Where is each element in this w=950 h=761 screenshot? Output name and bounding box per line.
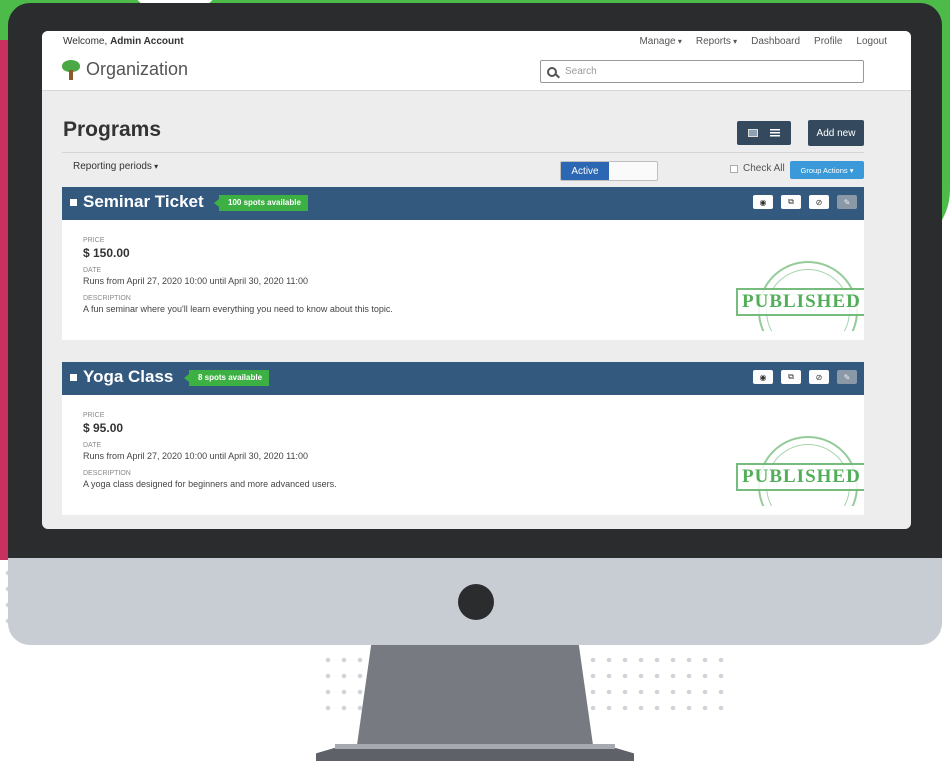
select-checkbox[interactable] — [70, 374, 77, 381]
copy-icon[interactable]: ⧉ — [781, 195, 801, 209]
program-card: Yoga Class 8 spots available ◉ ⧉ ⊘ ✎ PRI… — [62, 362, 864, 515]
nav-profile[interactable]: Profile — [814, 36, 842, 47]
status-toggle[interactable]: Active — [560, 161, 658, 181]
nav-reports[interactable]: Reports — [696, 36, 737, 47]
eye-icon[interactable]: ◉ — [753, 370, 773, 384]
background-dots — [585, 652, 725, 712]
date-value: Runs from April 27, 2020 10:00 until Apr… — [83, 451, 308, 461]
nav-manage[interactable]: Manage — [639, 36, 681, 47]
nav-logout[interactable]: Logout — [856, 36, 887, 47]
price-label: PRICE — [83, 412, 105, 419]
nav-dashboard[interactable]: Dashboard — [751, 36, 800, 47]
description-value: A yoga class designed for beginners and … — [83, 479, 337, 489]
user-name: Admin Account — [110, 36, 184, 47]
program-title[interactable]: Yoga Class — [83, 367, 173, 387]
welcome-text: Welcome, Admin Account — [63, 36, 184, 47]
monitor-stand — [357, 645, 593, 745]
eye-icon[interactable]: ◉ — [753, 195, 773, 209]
block-icon[interactable]: ⊘ — [809, 370, 829, 384]
price-value: $ 95.00 — [83, 421, 124, 435]
tree-icon — [62, 59, 80, 80]
top-bar: Welcome, Admin Account Manage Reports Da… — [42, 31, 911, 91]
marketing-scene: Welcome, Admin Account Manage Reports Da… — [0, 0, 950, 761]
published-stamp: PUBLISHED — [736, 251, 864, 331]
monitor-base-highlight — [335, 744, 615, 749]
program-actions: ◉ ⧉ ⊘ ✎ — [753, 370, 857, 384]
date-value: Runs from April 27, 2020 10:00 until Apr… — [83, 276, 308, 286]
description-label: DESCRIPTION — [83, 295, 131, 302]
reporting-periods-dropdown[interactable]: Reporting periods — [73, 161, 158, 172]
stamp-text: PUBLISHED — [736, 463, 864, 491]
spots-badge: 100 spots available — [214, 195, 308, 211]
select-checkbox[interactable] — [70, 199, 77, 206]
pencil-icon[interactable]: ✎ — [837, 370, 857, 384]
group-actions-button[interactable]: Group Actions ▾ — [790, 161, 864, 179]
search-input[interactable] — [565, 66, 845, 77]
list-view-icon[interactable] — [770, 129, 780, 137]
app-screen: Welcome, Admin Account Manage Reports Da… — [42, 31, 911, 529]
top-nav: Manage Reports Dashboard Profile Logout — [639, 36, 887, 47]
program-card: Seminar Ticket 100 spots available ◉ ⧉ ⊘… — [62, 187, 864, 340]
view-toggle[interactable] — [737, 121, 791, 145]
welcome-prefix: Welcome, — [63, 36, 108, 47]
spots-badge: 8 spots available — [183, 370, 270, 386]
check-all-checkbox[interactable] — [730, 164, 738, 173]
block-icon[interactable]: ⊘ — [809, 195, 829, 209]
program-actions: ◉ ⧉ ⊘ ✎ — [753, 195, 857, 209]
program-header: Seminar Ticket 100 spots available ◉ ⧉ ⊘… — [62, 187, 864, 220]
program-title[interactable]: Seminar Ticket — [83, 192, 204, 212]
pencil-icon[interactable]: ✎ — [837, 195, 857, 209]
check-all-label: Check All — [743, 163, 785, 174]
program-body: PRICE $ 150.00 DATE Runs from April 27, … — [62, 220, 864, 340]
copy-icon[interactable]: ⧉ — [781, 370, 801, 384]
description-value: A fun seminar where you'll learn everyth… — [83, 304, 393, 314]
published-stamp: PUBLISHED — [736, 426, 864, 506]
price-value: $ 150.00 — [83, 246, 130, 260]
stamp-text: PUBLISHED — [736, 288, 864, 316]
org-brand[interactable]: Organization — [62, 59, 188, 80]
add-new-button[interactable]: Add new — [808, 120, 864, 146]
monitor-logo — [458, 584, 494, 620]
program-header: Yoga Class 8 spots available ◉ ⧉ ⊘ ✎ — [62, 362, 864, 395]
date-label: DATE — [83, 267, 102, 274]
price-label: PRICE — [83, 237, 105, 244]
program-body: PRICE $ 95.00 DATE Runs from April 27, 2… — [62, 395, 864, 515]
search-icon — [547, 66, 557, 77]
status-toggle-active[interactable]: Active — [561, 162, 609, 180]
card-view-icon[interactable] — [748, 129, 758, 137]
description-label: DESCRIPTION — [83, 470, 131, 477]
date-label: DATE — [83, 442, 102, 449]
divider — [62, 152, 864, 153]
search-box — [540, 60, 864, 83]
group-actions-label: Group Actions — [800, 165, 848, 175]
org-name: Organization — [86, 59, 189, 79]
check-all[interactable]: Check All — [730, 163, 785, 174]
page-title: Programs — [63, 118, 162, 141]
